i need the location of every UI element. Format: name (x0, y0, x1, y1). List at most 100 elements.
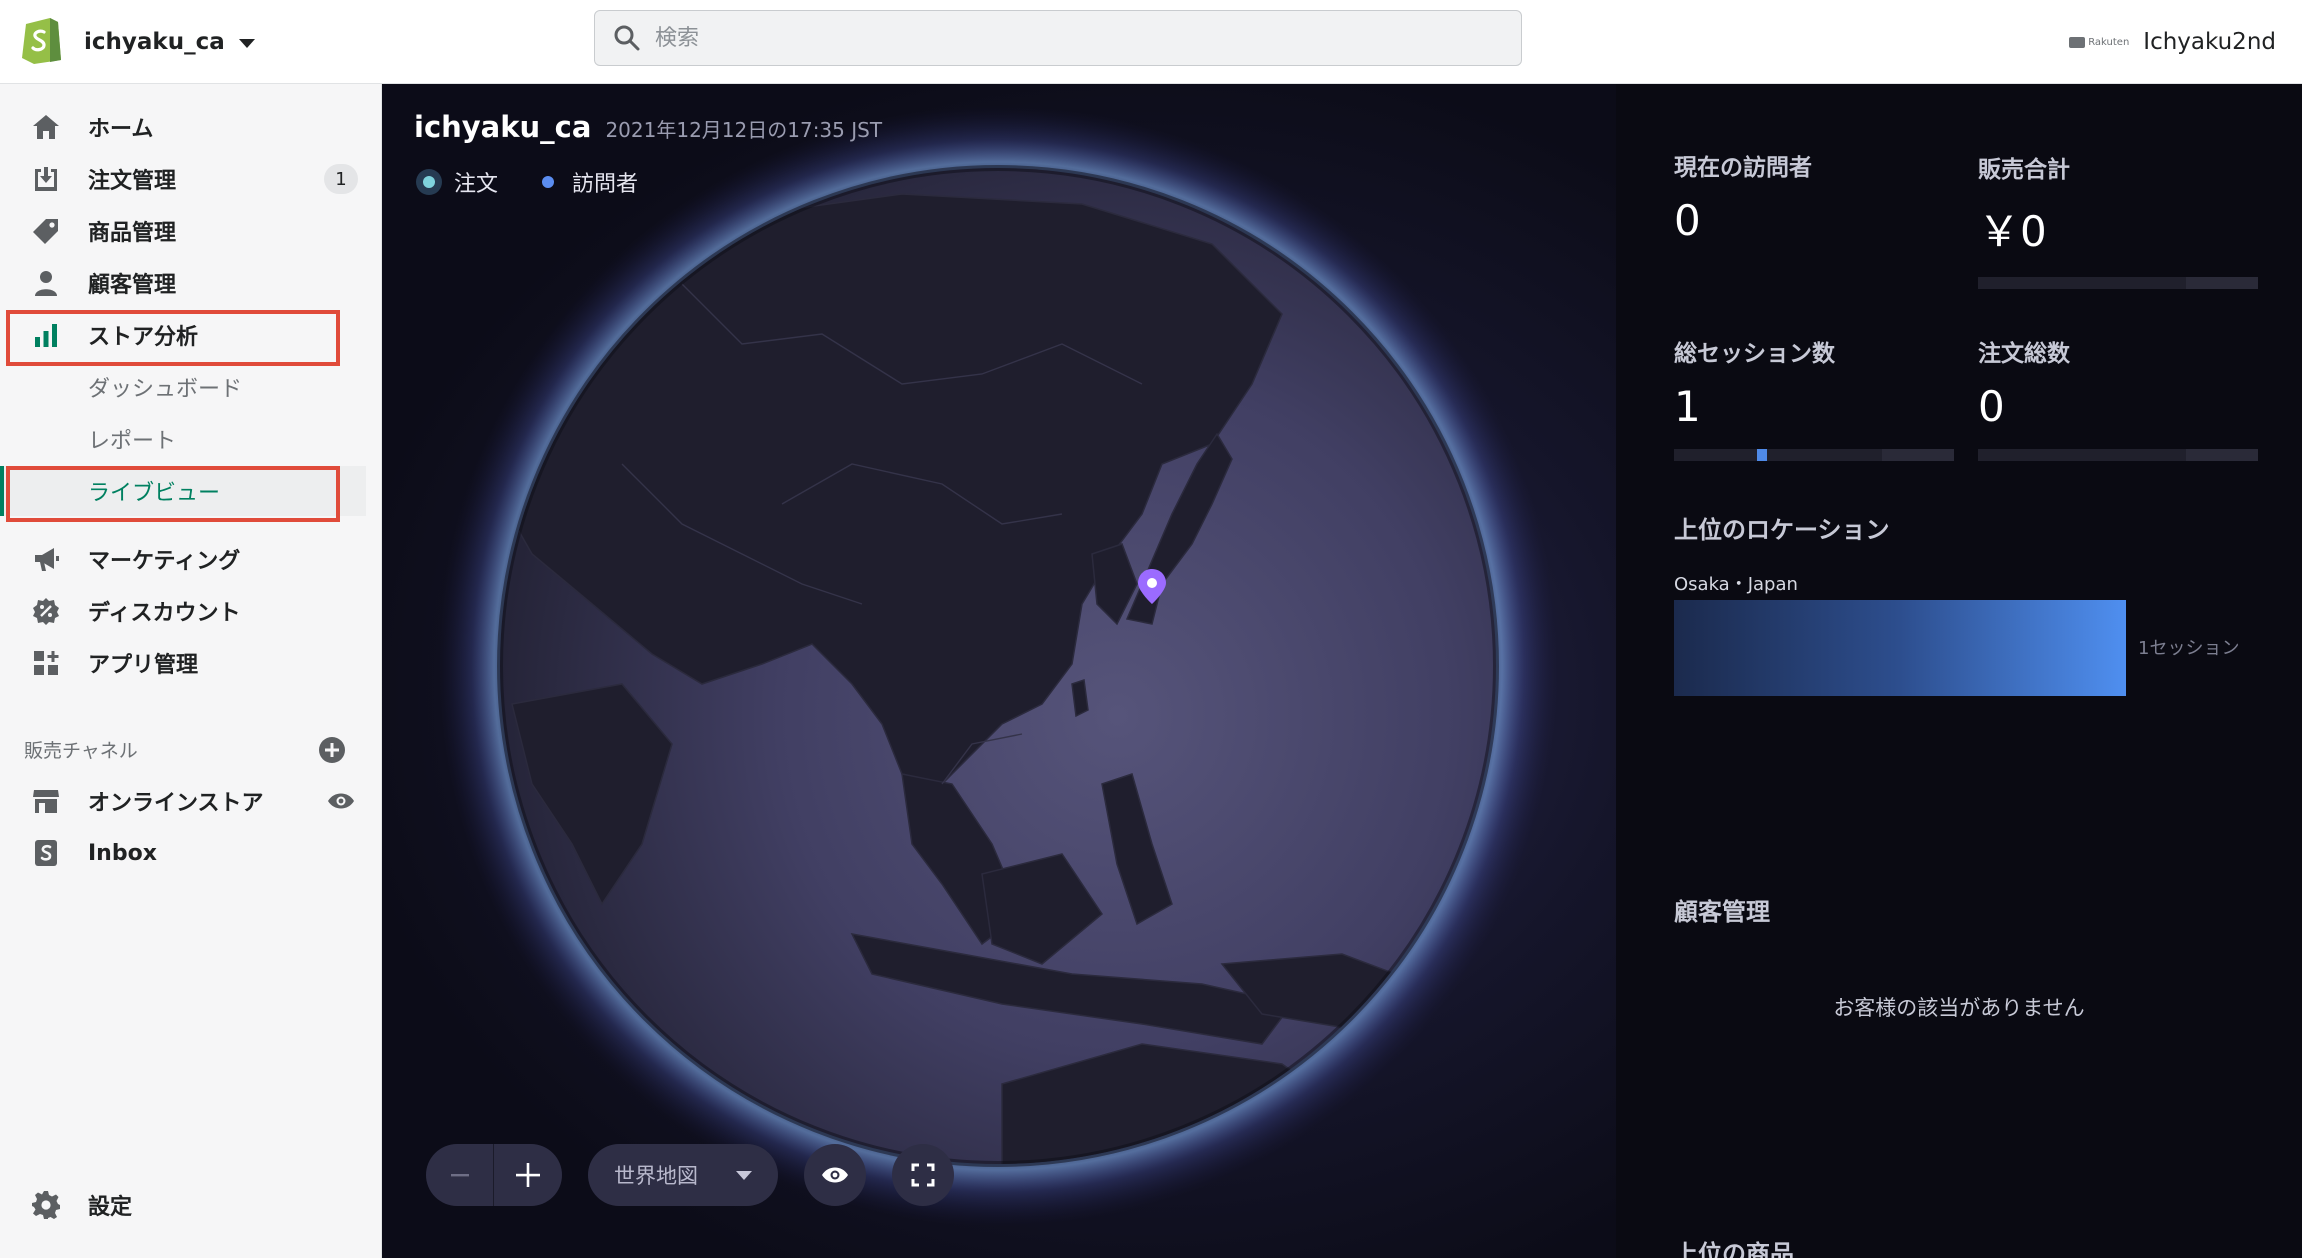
sidebar-item-analytics[interactable]: ストア分析 (0, 310, 366, 360)
total-sales-card: 販売合計 ￥0 (1978, 150, 2258, 289)
search-input[interactable] (655, 25, 1475, 51)
sidebar-item-label: 注文管理 (88, 169, 177, 194)
customers-empty-state: お客様の該当がありません (1833, 996, 2085, 1020)
visibility-toggle-button[interactable] (804, 1144, 866, 1206)
sidebar-item-orders[interactable]: 注文管理 1 (0, 154, 366, 204)
megaphone-icon (30, 543, 62, 575)
store-switcher[interactable]: ichyaku_ca (84, 22, 255, 62)
fullscreen-icon (911, 1163, 935, 1187)
discount-icon (30, 595, 62, 627)
map-legend: 注文 訪問者 (416, 166, 638, 198)
sidebar-item-marketing[interactable]: マーケティング (0, 534, 366, 584)
sidebar-item-label: ディスカウント (88, 601, 241, 626)
store-icon (30, 785, 62, 817)
map-mode-label: 世界地図 (614, 1164, 698, 1188)
store-name: ichyaku_ca (84, 29, 225, 55)
live-view-header: ichyaku_ca 2021年12月12日の17:35 JST (414, 110, 882, 144)
rakuten-badge: Rakuten (2069, 36, 2129, 48)
zoom-controls (426, 1144, 562, 1206)
total-sales-label: 販売合計 (1978, 157, 2070, 183)
total-sales-value: ￥0 (1978, 207, 2047, 256)
chevron-down-icon (238, 39, 255, 48)
globe-panel[interactable]: ichyaku_ca 2021年12月12日の17:35 JST 注文 訪問者 … (382, 84, 1616, 1258)
sidebar-item-label: オンラインストア (88, 791, 264, 816)
sidebar-item-label: ホーム (88, 117, 154, 142)
customer-icon (30, 267, 62, 299)
zoom-out-button[interactable] (426, 1144, 494, 1206)
total-sales-bar (1978, 277, 2258, 289)
map-mode-select[interactable]: 世界地図 (588, 1144, 778, 1206)
orders-count-badge: 1 (324, 164, 358, 194)
live-view-timestamp: 2021年12月12日の17:35 JST (605, 118, 883, 142)
inbox-icon (30, 837, 62, 869)
legend-visitors-label: 訪問者 (572, 172, 639, 197)
eye-icon[interactable] (326, 786, 356, 816)
shopify-logo-icon[interactable] (20, 14, 62, 64)
sidebar-subitem-label: ダッシュボード (88, 377, 243, 402)
sidebar-item-apps[interactable]: アプリ管理 (0, 638, 366, 688)
total-orders-value: 0 (1978, 382, 2005, 431)
tag-icon (30, 215, 62, 247)
plus-icon (516, 1163, 540, 1187)
add-circle-icon[interactable] (318, 736, 346, 764)
sidebar-item-inbox[interactable]: Inbox (0, 828, 366, 878)
total-sessions-card: 総セッション数 1 (1674, 334, 1954, 461)
total-orders-bar (1978, 449, 2258, 461)
sidebar-item-home[interactable]: ホーム (0, 102, 366, 152)
sidebar-item-label: アプリ管理 (88, 653, 199, 678)
total-orders-label: 注文総数 (1978, 341, 2070, 367)
live-view-main: ichyaku_ca 2021年12月12日の17:35 JST 注文 訪問者 … (382, 84, 2302, 1258)
sidebar-item-discounts[interactable]: ディスカウント (0, 586, 366, 636)
total-sessions-value: 1 (1674, 382, 1701, 431)
eye-icon (822, 1167, 848, 1183)
zoom-in-button[interactable] (494, 1144, 562, 1206)
globe-map[interactable] (382, 84, 1616, 1258)
current-visitors-card: 現在の訪問者 0 (1674, 148, 1954, 245)
home-icon (30, 111, 62, 143)
chevron-down-icon (736, 1170, 752, 1180)
apps-icon (30, 647, 62, 679)
sales-channels-heading: 販売チャネル (24, 740, 138, 762)
analytics-icon (30, 319, 62, 351)
total-sessions-bar (1674, 449, 1954, 461)
sidebar-item-settings[interactable]: 設定 (0, 1180, 366, 1230)
current-visitors-value: 0 (1674, 196, 1701, 245)
map-controls: 世界地図 (426, 1144, 954, 1206)
gear-icon (30, 1189, 62, 1221)
top-locations-heading: 上位のロケーション (1674, 516, 1890, 544)
sidebar-item-label: 設定 (88, 1195, 133, 1220)
top-products-heading: 上位の商品 (1674, 1240, 1794, 1258)
rakuten-logo-icon (2069, 36, 2086, 48)
customers-heading: 顧客管理 (1674, 898, 1770, 926)
sidebar-item-label: 商品管理 (88, 221, 177, 246)
sidebar-subitem-label: レポート (88, 429, 177, 454)
top-location-name: Osaka・Japan (1674, 574, 1798, 595)
current-visitors-label: 現在の訪問者 (1674, 155, 1812, 181)
sidebar-item-label: 顧客管理 (88, 273, 177, 298)
total-orders-card: 注文総数 0 (1978, 334, 2258, 461)
sidebar-subitem-dashboard[interactable]: ダッシュボード (0, 362, 366, 412)
search-bar[interactable] (594, 10, 1522, 66)
sidebar-item-label: マーケティング (88, 549, 241, 574)
sidebar-subitem-reports[interactable]: レポート (0, 414, 366, 464)
orders-legend-dot-icon (416, 169, 442, 195)
top-location-count: 1セッション (2138, 638, 2240, 659)
sidebar-item-products[interactable]: 商品管理 (0, 206, 366, 256)
sidebar-item-label: ストア分析 (88, 325, 199, 350)
top-location-bar (1674, 600, 2126, 696)
sidebar-item-online-store[interactable]: オンラインストア (0, 776, 366, 826)
minus-icon (450, 1174, 469, 1177)
account-name: Ichyaku2nd (2143, 29, 2276, 55)
legend-orders-label: 注文 (454, 172, 499, 197)
sidebar-item-label: Inbox (88, 840, 157, 866)
sidebar-item-customers[interactable]: 顧客管理 (0, 258, 366, 308)
top-bar: ichyaku_ca Rakuten Ichyaku2nd (0, 0, 2302, 84)
sidebar-subitem-live-view[interactable]: ライブビュー (0, 466, 366, 516)
search-icon (614, 25, 640, 51)
live-view-store-name: ichyaku_ca (414, 110, 592, 144)
account-menu[interactable]: Rakuten Ichyaku2nd (2069, 22, 2276, 62)
fullscreen-button[interactable] (892, 1144, 954, 1206)
stats-panel: 現在の訪問者 0 販売合計 ￥0 総セッション数 1 注文総数 0 上位のロケー… (1616, 84, 2302, 1258)
sidebar: ホーム 注文管理 1 商品管理 顧客管理 ストア分析 ダッシュボード レポート … (0, 84, 382, 1258)
sidebar-subitem-label: ライブビュー (88, 481, 221, 506)
